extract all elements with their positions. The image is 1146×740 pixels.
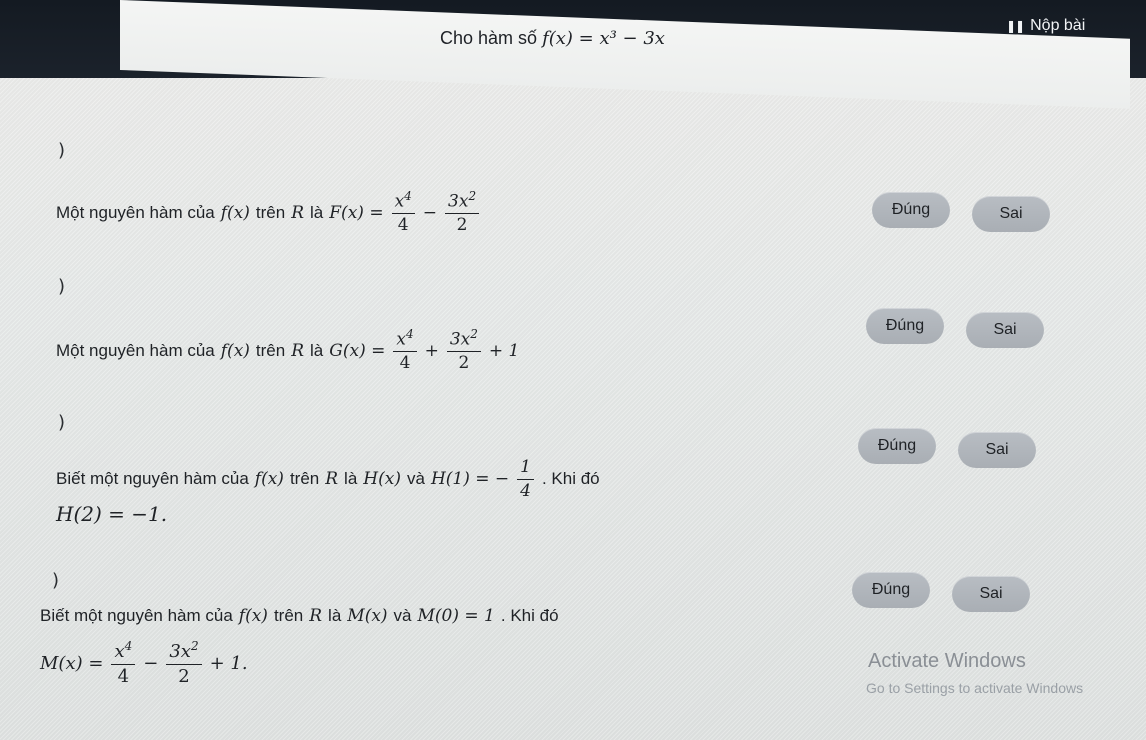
statement-1-false-button[interactable]: Sai [972,196,1050,232]
statement-4-false-button[interactable]: Sai [952,576,1030,612]
statement-2-true-button[interactable]: Đúng [866,308,944,344]
submit-button[interactable]: ❚❚ Nộp bài [1006,14,1085,38]
problem-function: f(x) = x³ − 3x [542,28,665,49]
pause-icon: ❚❚ [1006,19,1025,33]
statement-1-fraction-1: x4 4 [391,189,415,235]
statement-2: Một nguyên hàm của f(x) trên R là G(x) =… [56,327,520,374]
statement-4-true-button[interactable]: Đúng [852,572,930,608]
activation-watermark-subtitle: Go to Settings to activate Windows [866,680,1084,696]
problem-title: Cho hàm số f(x) = x³ − 3x [440,28,665,49]
statement-1-fraction-2: 3x2 2 [445,189,480,235]
statement-1-bracket: ) [58,140,66,161]
statement-4-conclusion: M(x) = x4 4 − 3x2 2 + 1. [40,639,248,687]
statement-4-fraction-1: x4 4 [111,639,136,687]
statement-3-bracket: ) [58,412,66,433]
statement-1-true-button[interactable]: Đúng [872,192,950,228]
statement-3: Biết một nguyên hàm của f(x) trên R là H… [56,457,600,501]
statement-3-false-button[interactable]: Sai [958,432,1036,468]
statement-4-bracket: ) [52,570,60,591]
statement-2-fraction-1: x4 4 [393,327,417,373]
statement-4-fraction-2: 3x2 2 [166,639,202,687]
screen: ❚❚ Nộp bài Cho hàm số f(x) = x³ − 3x ) M… [0,0,1146,740]
activation-watermark-title: Activate Windows [868,650,1026,672]
top-panel [120,0,1130,109]
statement-3-fraction: 1 4 [517,458,534,500]
statement-4: Biết một nguyên hàm của f(x) trên R là M… [40,606,559,626]
statement-3-conclusion: H(2) = −1. [56,502,168,526]
statement-1: Một nguyên hàm của f(x) trên R là F(x) =… [56,189,481,235]
statement-2-fraction-2: 3x2 2 [446,327,481,373]
statement-2-bracket: ) [58,276,66,297]
statement-2-false-button[interactable]: Sai [966,312,1044,348]
statement-3-true-button[interactable]: Đúng [858,428,936,464]
submit-label: Nộp bài [1030,17,1086,34]
